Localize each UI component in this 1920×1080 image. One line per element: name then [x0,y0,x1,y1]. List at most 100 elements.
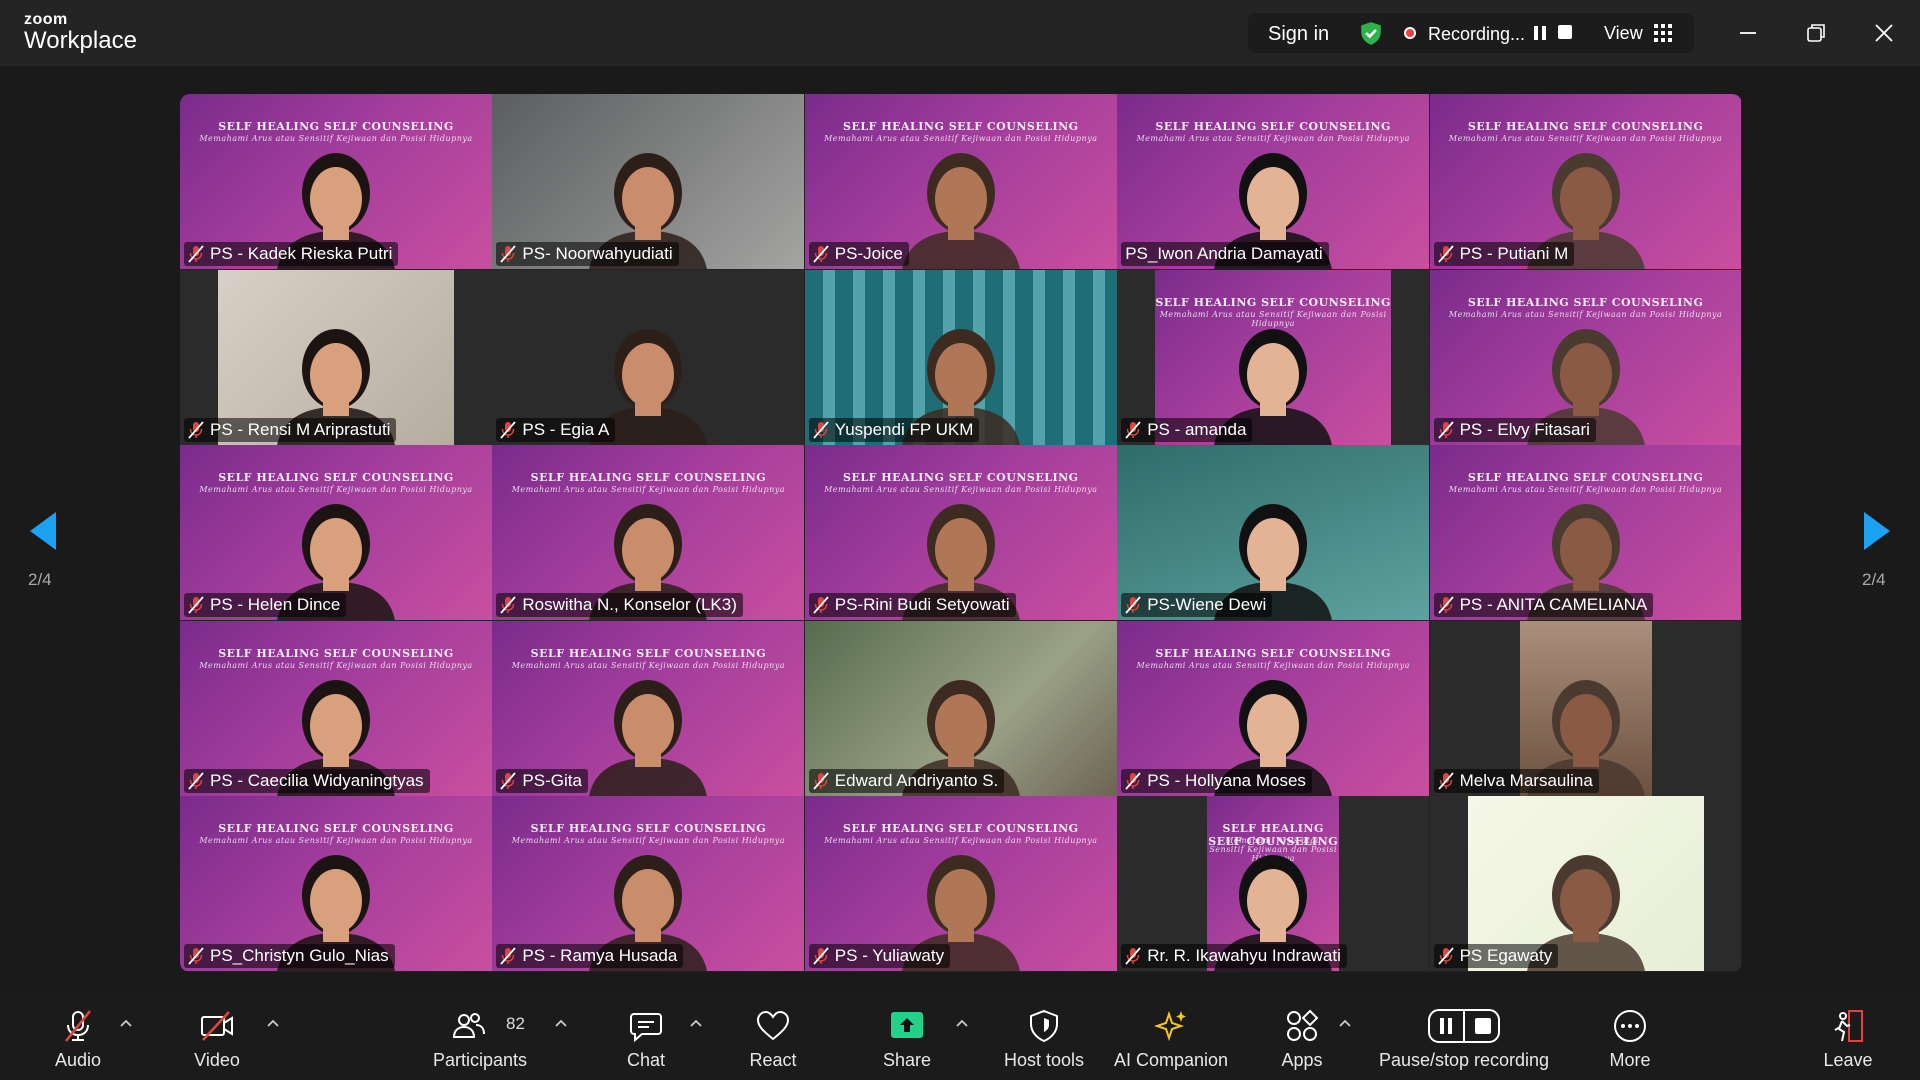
participant-name: PS - amanda [1147,419,1247,439]
participant-name: Yuspendi FP UKM [834,419,974,439]
recording-dot-icon [1404,27,1416,39]
participant-name-label: PS - Kadek Rieska Putri [184,242,399,267]
participant-tile[interactable]: SELF HEALING SELF COUNSELING Memahami Aru… [180,445,492,621]
participant-name-label: PS - ANITA CAMELIANA [1433,593,1654,618]
leave-button[interactable]: Leave [1808,992,1888,1080]
participant-tile[interactable]: PS Egawaty [1429,796,1742,972]
sign-in-button[interactable]: Sign in [1268,23,1329,46]
participant-name-label: Melva Marsaulina [1433,768,1599,793]
participant-tile[interactable]: SELF HEALING SELF COUNSELING Memahami Aru… [804,796,1117,972]
react-button[interactable]: React [733,992,813,1080]
participant-name: PS- Noorwahyudiati [522,244,673,264]
restore-icon[interactable] [1799,16,1833,50]
host-tools-button[interactable]: Host tools [994,992,1094,1080]
previous-page[interactable]: 2/4 [28,510,68,590]
audio-button[interactable]: Audio [38,992,118,1080]
participant-tile[interactable]: PS- Noorwahyudiati [492,94,805,270]
participant-tile[interactable]: SELF HEALING SELF COUNSELING Memahami Aru… [804,445,1117,621]
participant-tile[interactable]: Melva Marsaulina [1429,620,1742,796]
participant-tile[interactable]: Edward Andriyanto S. [804,620,1117,796]
participant-name: PS_Christyn Gulo_Nias [210,946,389,966]
leave-door-icon [1834,1010,1863,1042]
participant-tile[interactable]: PS - Rensi M Ariprastuti [180,269,492,445]
participants-button[interactable]: 82 Participants [424,992,536,1080]
participant-tile[interactable]: SELF HEALING SELF COUNSELING Memahami Aru… [1117,796,1430,972]
muted-microphone-icon [1437,947,1454,966]
participants-options-chevron-icon[interactable] [554,1018,568,1028]
audio-options-chevron-icon[interactable] [119,1018,133,1028]
apps-icon [1287,1009,1319,1041]
participant-tile[interactable]: SELF HEALING SELF COUNSELING Memahami Aru… [1117,620,1430,796]
participant-tile[interactable]: SELF HEALING SELF COUNSELING Memahami Aru… [1429,269,1742,445]
previous-page-arrow-icon[interactable] [28,510,58,552]
share-button[interactable]: Share [867,992,947,1080]
participant-tile[interactable]: PS - Egia A [492,269,805,445]
ai-sparkle-icon [1153,1010,1186,1042]
title-bar: zoom Workplace Sign in Recording... View [0,0,1920,66]
gallery-grid-icon[interactable] [1654,24,1672,42]
video-gallery: SELF HEALING SELF COUNSELING Memahami Aru… [180,94,1742,972]
participant-person-icon [589,679,708,796]
apps-options-chevron-icon[interactable] [1338,1018,1352,1028]
participant-tile[interactable]: SELF HEALING SELF COUNSELING Memahami Aru… [1117,94,1430,270]
share-options-chevron-icon[interactable] [955,1018,969,1028]
participant-name: PS-Gita [522,770,582,790]
participant-tile[interactable]: SELF HEALING SELF COUNSELING Memahami Aru… [1117,269,1430,445]
page-indicator-right: 2/4 [1862,570,1886,589]
minimize-icon[interactable] [1731,16,1765,50]
leave-label: Leave [1823,1050,1873,1070]
participant-name: Roswitha N., Konselor (LK3) [522,595,737,615]
apps-label: Apps [1281,1050,1323,1070]
apps-button[interactable]: Apps [1262,992,1342,1080]
muted-microphone-icon [188,421,204,439]
participant-name: Edward Andriyanto S. [834,770,999,790]
participant-name-label: PS - Helen Dince [184,593,347,618]
app-logo: zoom Workplace [24,12,137,53]
participant-name-label: PS - Caecilia Widyaningtyas [184,768,430,793]
pause-stop-recording-button[interactable]: Pause/stop recording [1372,992,1556,1080]
muted-microphone-icon [1437,772,1454,790]
participant-name: PS - Elvy Fitasari [1459,419,1590,439]
brand-top: zoom [24,11,68,28]
microphone-muted-icon [64,1010,92,1042]
view-button[interactable]: View [1604,23,1643,44]
chat-button[interactable]: Chat [606,992,686,1080]
participant-name: PS - Egia A [522,419,610,439]
participant-name: PS - Yuliawaty [834,946,945,966]
participant-name: PS Egawaty [1459,946,1553,966]
participant-name-label: Rr. R. Ikawahyu Indrawati [1121,944,1347,969]
encryption-shield-icon[interactable] [1358,20,1384,46]
video-button[interactable]: Video [177,992,257,1080]
pause-recording-icon[interactable] [1532,25,1548,41]
video-options-chevron-icon[interactable] [266,1018,280,1028]
participant-name: PS - Kadek Rieska Putri [210,244,393,264]
meeting-status-bar: Sign in Recording... View [1248,13,1694,53]
participant-tile[interactable]: SELF HEALING SELF COUNSELING Memahami Aru… [492,796,805,972]
participant-name-label: PS-Gita [496,768,588,793]
participant-tile[interactable]: SELF HEALING SELF COUNSELING Memahami Aru… [1429,94,1742,270]
participant-tile[interactable]: Yuspendi FP UKM [804,269,1117,445]
participant-tile[interactable]: SELF HEALING SELF COUNSELING Memahami Aru… [492,620,805,796]
next-page-arrow-icon[interactable] [1862,510,1892,552]
participant-tile[interactable]: SELF HEALING SELF COUNSELING Memahami Aru… [804,94,1117,270]
participant-tile[interactable]: SELF HEALING SELF COUNSELING Memahami Aru… [492,445,805,621]
pause-stop-recording-label: Pause/stop recording [1378,1050,1550,1070]
muted-microphone-icon [1437,421,1454,439]
participant-name-label: PS - Egia A [496,417,616,442]
ai-companion-button[interactable]: AI Companion [1108,992,1234,1080]
chat-bubble-icon [630,1013,662,1043]
participant-tile[interactable]: SELF HEALING SELF COUNSELING Memahami Aru… [180,796,492,972]
stop-recording-icon[interactable] [1558,25,1572,39]
chat-options-chevron-icon[interactable] [689,1018,703,1028]
participant-tile[interactable]: SELF HEALING SELF COUNSELING Memahami Aru… [180,620,492,796]
participant-name: PS-Joice [834,244,903,264]
close-icon[interactable] [1867,16,1901,50]
more-label: More [1609,1050,1651,1070]
participant-name-label: PS - amanda [1121,417,1253,442]
participant-tile[interactable]: SELF HEALING SELF COUNSELING Memahami Aru… [180,94,492,270]
participant-tile[interactable]: PS-Wiene Dewi [1117,445,1430,621]
participant-tile[interactable]: SELF HEALING SELF COUNSELING Memahami Aru… [1429,445,1742,621]
pause-stop-recording-icon [1428,1009,1500,1043]
more-button[interactable]: More [1590,992,1670,1080]
next-page[interactable]: 2/4 [1862,510,1902,590]
